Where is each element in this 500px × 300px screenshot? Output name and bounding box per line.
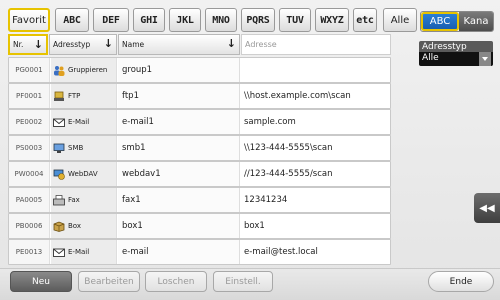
ftp-icon <box>53 91 65 102</box>
row-number: PB0006 <box>9 214 50 238</box>
tab-jkl[interactable]: JKL <box>169 8 201 32</box>
fax-icon <box>53 194 65 206</box>
abc-mode-button[interactable]: ABC <box>421 12 459 31</box>
row-type: E-Mail <box>51 240 117 264</box>
row-address: sample.com <box>244 117 296 127</box>
sort-down-icon: ↓ <box>33 38 43 51</box>
row-type: FTP <box>51 84 117 108</box>
row-address <box>241 58 390 82</box>
column-header-type-label: Adresstyp <box>53 40 91 49</box>
row-type: SMB <box>51 136 117 160</box>
row-type-label: WebDAV <box>68 170 98 178</box>
table-row[interactable]: PA0005 Fax fax1 12341234 <box>8 187 391 213</box>
tab-abc[interactable]: ABC <box>55 8 89 32</box>
row-type: Gruppieren <box>51 58 117 82</box>
chevron-down-icon[interactable] <box>479 52 491 66</box>
abc-kana-toggle: ABC Kana <box>420 11 494 32</box>
row-type-label: FTP <box>68 92 81 100</box>
group-icon <box>53 65 65 76</box>
sort-down-icon: ↓ <box>103 37 113 50</box>
column-header-address: Adresse <box>241 34 391 55</box>
address-type-select[interactable]: Alle <box>419 52 493 66</box>
tab-alle[interactable]: Alle <box>383 8 417 32</box>
tab-pqrs[interactable]: PQRS <box>241 8 275 32</box>
table-row[interactable]: PB0006 Box box1 box1 <box>8 213 391 239</box>
sort-down-icon: ↓ <box>226 37 236 50</box>
row-number: PW0004 <box>9 162 50 186</box>
row-address: \\host.example.com\scan <box>244 91 351 101</box>
filter-tab-bar: Favorit ABC DEF GHI JKL MNO PQRS TUV WXY… <box>8 8 420 33</box>
row-name: fax1 <box>118 188 240 212</box>
row-number: PS0003 <box>9 136 50 160</box>
row-number: PG0001 <box>9 58 50 82</box>
table-row[interactable]: PS0003 SMB smb1 \\123-444-5555\scan <box>8 135 391 161</box>
delete-button[interactable]: Loschen <box>145 271 207 292</box>
new-button[interactable]: Neu <box>10 271 72 292</box>
email-icon <box>53 117 65 128</box>
row-number: PE0013 <box>9 240 50 264</box>
email-icon <box>53 247 65 258</box>
row-name: e-mail1 <box>118 110 240 134</box>
row-type-label: Gruppieren <box>68 66 108 74</box>
row-number: PA0005 <box>9 188 50 212</box>
row-name: smb1 <box>118 136 240 160</box>
row-number: PE0002 <box>9 110 50 134</box>
row-address: \\123-444-5555\scan <box>244 143 333 153</box>
tab-def[interactable]: DEF <box>93 8 129 32</box>
box-icon <box>53 221 65 232</box>
column-header-name-label: Name <box>122 40 145 49</box>
row-name: group1 <box>118 58 240 82</box>
column-header-type[interactable]: Adresstyp ↓ <box>49 34 117 55</box>
row-name: webdav1 <box>118 162 240 186</box>
tab-wxyz[interactable]: WXYZ <box>315 8 349 32</box>
table-row[interactable]: PE0013 E-Mail e-mail e-mail@test.local <box>8 239 391 265</box>
column-header-name[interactable]: Name ↓ <box>118 34 240 55</box>
row-type: E-Mail <box>51 110 117 134</box>
table-row[interactable]: PE0002 E-Mail e-mail1 sample.com <box>8 109 391 135</box>
tab-tuv[interactable]: TUV <box>279 8 311 32</box>
edit-button[interactable]: Bearbeiten <box>78 271 140 292</box>
row-address: box1 <box>244 221 265 231</box>
column-header-address-label: Adresse <box>245 40 277 49</box>
end-button[interactable]: Ende <box>428 271 494 292</box>
collapse-panel-button[interactable]: ◀◀ <box>474 193 500 223</box>
row-type-label: SMB <box>68 144 84 152</box>
row-type: WebDAV <box>51 162 117 186</box>
row-address: 12341234 <box>244 195 288 205</box>
row-type-label: E-Mail <box>68 118 90 126</box>
settings-button[interactable]: Einstell. <box>213 271 273 292</box>
table-row[interactable]: PW0004 WebDAV webdav1 //123-444-5555/sca… <box>8 161 391 187</box>
tab-favorit[interactable]: Favorit <box>8 8 50 32</box>
row-type-label: Box <box>68 222 82 230</box>
row-name: e-mail <box>118 240 240 264</box>
table-header: Nr. ↓ Adresstyp ↓ Name ↓ Adresse <box>8 34 391 56</box>
kana-mode-button[interactable]: Kana <box>459 12 493 31</box>
row-address: e-mail@test.local <box>244 247 318 257</box>
tab-mno[interactable]: MNO <box>205 8 237 32</box>
tab-ghi[interactable]: GHI <box>133 8 165 32</box>
smb-icon <box>53 143 65 154</box>
table-row[interactable]: PG0001 Gruppieren group1 <box>8 57 391 83</box>
row-number: PF0001 <box>9 84 50 108</box>
row-name: ftp1 <box>118 84 240 108</box>
row-type: Box <box>51 214 117 238</box>
address-type-filter: Adresstyp Alle <box>419 41 493 66</box>
column-header-nr-label: Nr. <box>13 40 24 49</box>
column-header-nr[interactable]: Nr. ↓ <box>8 34 48 55</box>
double-chevron-left-icon: ◀◀ <box>479 202 495 214</box>
table-row[interactable]: PF0001 FTP ftp1 \\host.example.com\scan <box>8 83 391 109</box>
tab-etc[interactable]: etc <box>353 8 377 32</box>
webdav-icon <box>53 169 65 180</box>
row-name: box1 <box>118 214 240 238</box>
row-address: //123-444-5555/scan <box>244 169 333 179</box>
address-type-label: Adresstyp <box>419 41 493 52</box>
row-type-label: Fax <box>68 196 80 204</box>
row-type-label: E-Mail <box>68 248 90 256</box>
address-type-value: Alle <box>422 53 439 63</box>
row-type: Fax <box>51 188 117 212</box>
